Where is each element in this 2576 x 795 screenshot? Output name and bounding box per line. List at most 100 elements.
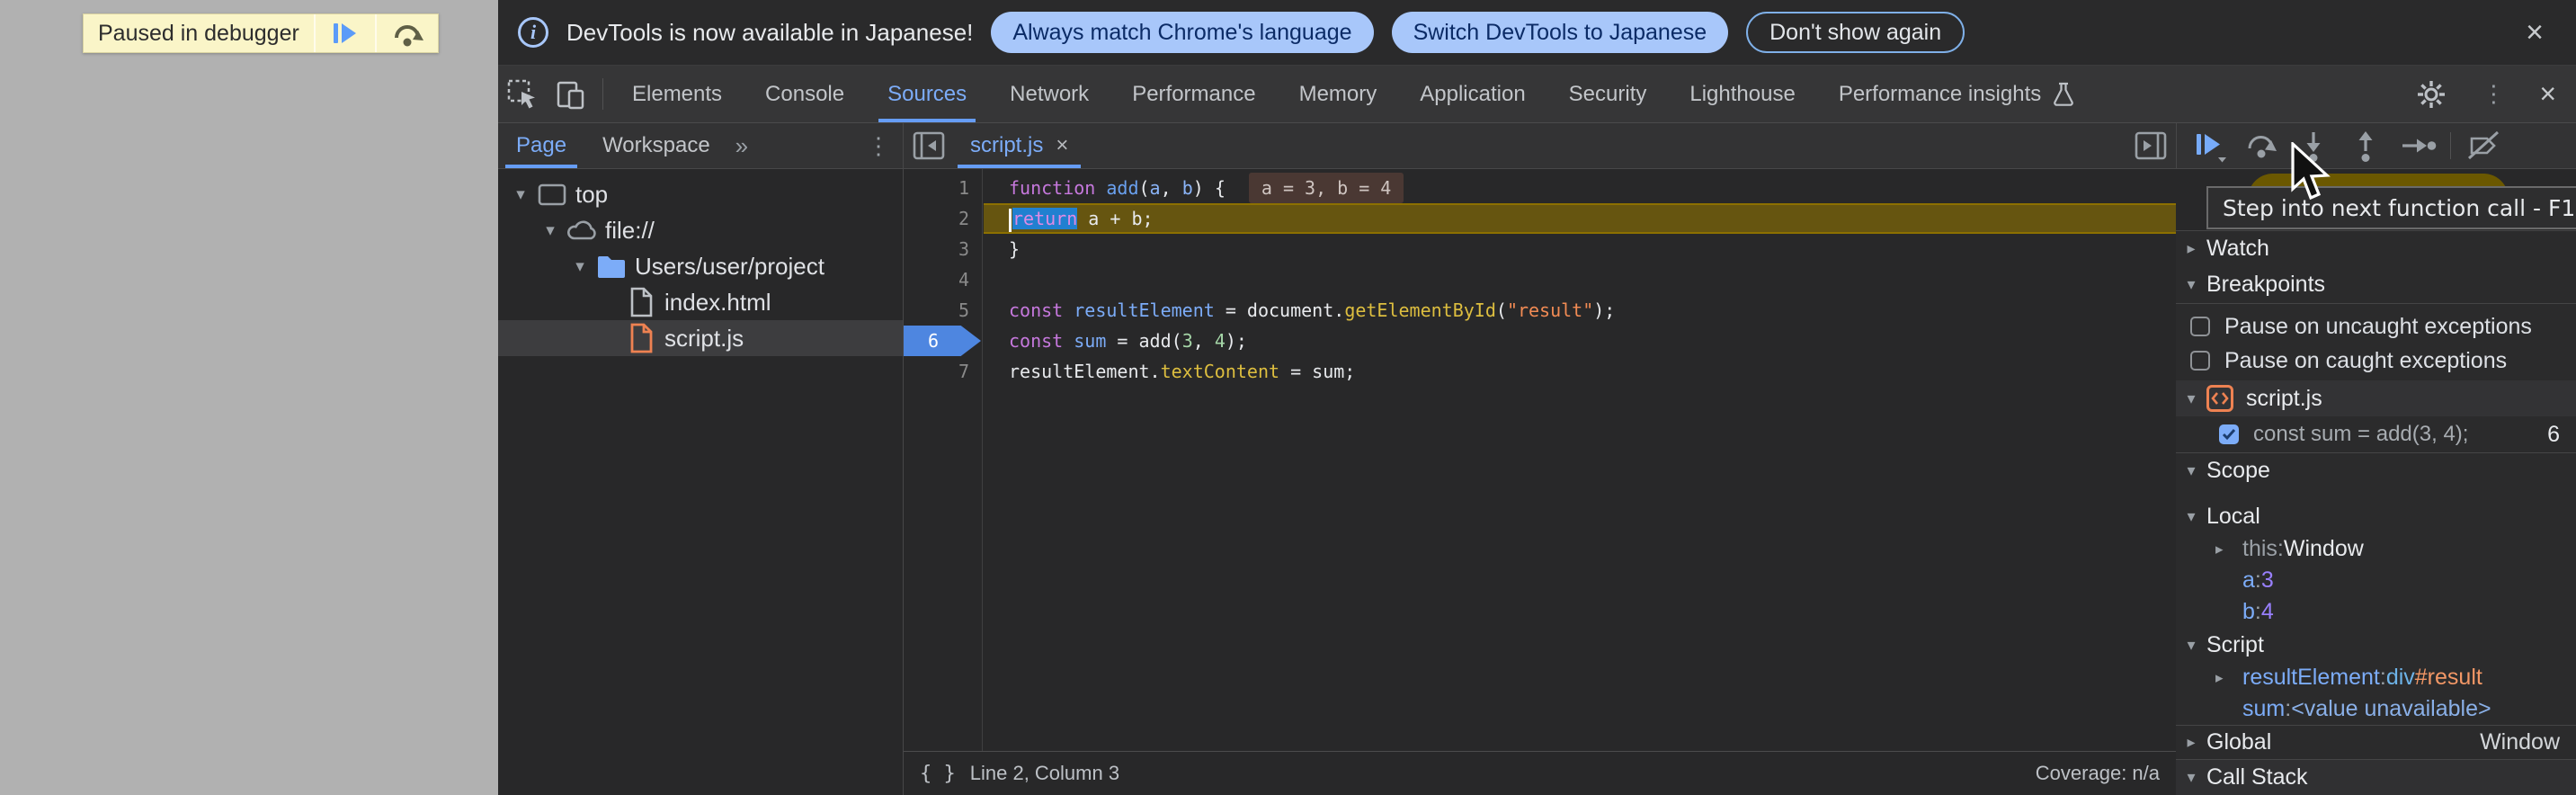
scope-prop-resultElement[interactable]: ▸resultElement: div#result [2176,662,2576,693]
chevron-right-icon[interactable]: ▸ [2215,669,2242,687]
chevron-down-icon: ▾ [2176,461,2206,480]
tab-label: Memory [1299,82,1377,107]
chevron-down-icon[interactable]: ▾ [2176,507,2206,526]
chevron-right-icon: ▸ [2176,239,2206,258]
scope-group-local[interactable]: ▾Local [2176,499,2576,533]
navigator-more-options-button[interactable]: ⋮ [854,123,903,168]
checkbox-unchecked[interactable] [2190,351,2210,371]
tab-sources[interactable]: Sources [866,66,988,122]
token-method: textContent [1161,361,1279,382]
switch-to-japanese-button[interactable]: Switch DevTools to Japanese [1392,12,1729,53]
prop-value: Window [2284,536,2364,562]
execution-line-marker[interactable]: 6 [904,326,981,356]
option-pause-on-caught-exceptions[interactable]: Pause on caught exceptions [2176,344,2576,378]
line-number[interactable]: 7 [958,356,969,387]
step-over-button[interactable] [375,14,438,52]
tab-label: Network [1010,82,1089,107]
chevron-down-icon[interactable]: ▾ [507,184,534,205]
step-over-button[interactable] [2242,126,2281,165]
prop-name: resultElement [2242,665,2380,691]
token-plain: ( [1496,299,1507,321]
chevron-down-icon[interactable]: ▾ [537,220,564,241]
tab-label: Elements [632,82,722,107]
close-devtools-button[interactable]: × [2528,77,2567,111]
checkbox-unchecked[interactable] [2190,317,2210,336]
step-out-button[interactable] [2346,126,2385,165]
line-number[interactable]: 5 [958,295,969,326]
tab-workspace[interactable]: Workspace [584,123,728,168]
line-number[interactable]: 2 [958,203,969,234]
section-watch[interactable]: ▸ Watch [2176,230,2576,266]
scope-group-script[interactable]: ▾Script [2176,628,2576,662]
scope-group-global[interactable]: ▸GlobalWindow [2176,725,2576,759]
section-call-stack[interactable]: ▾ Call Stack [2176,759,2576,795]
breakpoints-label: Breakpoints [2206,272,2325,298]
section-scope[interactable]: ▾ Scope [2176,452,2576,488]
scope-prop-b[interactable]: b: 4 [2176,596,2576,628]
more-options-button[interactable]: ⋮ [2458,80,2528,108]
prop-colon: : [2255,567,2261,594]
chevron-down-icon[interactable]: ▾ [2176,636,2206,655]
scope-prop-sum[interactable]: sum: <value unavailable> [2176,693,2576,725]
always-match-language-button[interactable]: Always match Chrome's language [991,12,1373,53]
step-icon [2399,128,2437,164]
step-button[interactable] [2398,126,2438,165]
tab-label: Security [1569,82,1647,107]
collapse-navigator-button[interactable] [904,123,954,168]
resume-script-execution-button[interactable] [2189,126,2229,165]
option-pause-on-uncaught-exceptions[interactable]: Pause on uncaught exceptions [2176,309,2576,344]
deactivate-breakpoints-button[interactable] [2464,126,2503,165]
device-toolbar-icon [554,77,588,112]
toggle-device-toolbar-button[interactable] [547,66,595,122]
tab-lighthouse[interactable]: Lighthouse [1668,66,1816,122]
tab-security[interactable]: Security [1547,66,1669,122]
section-breakpoints[interactable]: ▾ Breakpoints [2176,266,2576,304]
line-number[interactable]: 1 [958,173,969,203]
line-number-gutter[interactable]: 1234567 [904,169,983,751]
token-plain: ); [1226,330,1247,352]
tree-item-file-[interactable]: ▾ file:// [498,212,903,248]
tree-item-script-js[interactable]: script.js [498,320,903,356]
tab-memory[interactable]: Memory [1278,66,1399,122]
close-tab-icon[interactable]: × [1056,133,1068,158]
tab-page[interactable]: Page [498,123,584,168]
pretty-print-icon[interactable]: { } [920,763,956,785]
tab-console[interactable]: Console [744,66,866,122]
breakpoint-file-group[interactable]: ▾ script.js [2176,380,2576,416]
file-navigator-tree: ▾top▾file://▾Users/user/projectindex.htm… [498,169,904,795]
chevron-down-icon[interactable]: ▾ [566,256,593,277]
editor-tab-scriptjs[interactable]: script.js × [954,123,1084,168]
dont-show-again-button[interactable]: Don't show again [1746,12,1965,53]
paused-banner-text-seg: Paused in debugger [84,14,314,52]
token-kw: const [1009,299,1063,321]
tree-item-top[interactable]: ▾top [498,176,903,212]
tree-item-index-html[interactable]: index.html [498,284,903,320]
tab-elements[interactable]: Elements [611,66,744,122]
line-number[interactable]: 4 [958,264,969,295]
settings-button[interactable] [2404,78,2458,111]
line-number[interactable]: 3 [958,234,969,264]
token-plain: resultElement [1009,361,1150,382]
expand-sidebar-button[interactable] [2133,123,2176,168]
breakpoint-entry[interactable]: const sum = add(3, 4);6 [2176,416,2576,452]
chevron-right-icon[interactable]: ▸ [2176,733,2206,752]
code-area[interactable]: 1234567 function add(a, b) {a = 3, b = 4… [904,169,2176,751]
checkbox-checked[interactable] [2219,424,2239,444]
chevron-right-icon[interactable]: ▸ [2215,540,2242,558]
scope-prop-a[interactable]: a: 3 [2176,565,2576,596]
panel-tabs: Elements ConsoleSources Network Performance… [611,66,2097,122]
tab-network[interactable]: Network [988,66,1110,122]
resume-script-button[interactable] [314,14,375,52]
tab-performance[interactable]: Performance [1110,66,1277,122]
notification-close-icon[interactable]: × [2513,15,2556,50]
code-line-3: } [984,234,2176,264]
tab-application[interactable]: Application [1398,66,1546,122]
tree-item-label: file:// [600,217,655,245]
inspect-element-button[interactable] [498,66,547,122]
token-plain: ( [1139,177,1150,199]
tab-performance-insights[interactable]: Performance insights [1817,66,2097,122]
tree-item-users-user-project[interactable]: ▾Users/user/project [498,248,903,284]
more-tabs-chevron[interactable]: » [728,123,755,168]
kebab-icon: ⋮ [2469,80,2518,108]
scope-prop-this[interactable]: ▸this: Window [2176,533,2576,565]
